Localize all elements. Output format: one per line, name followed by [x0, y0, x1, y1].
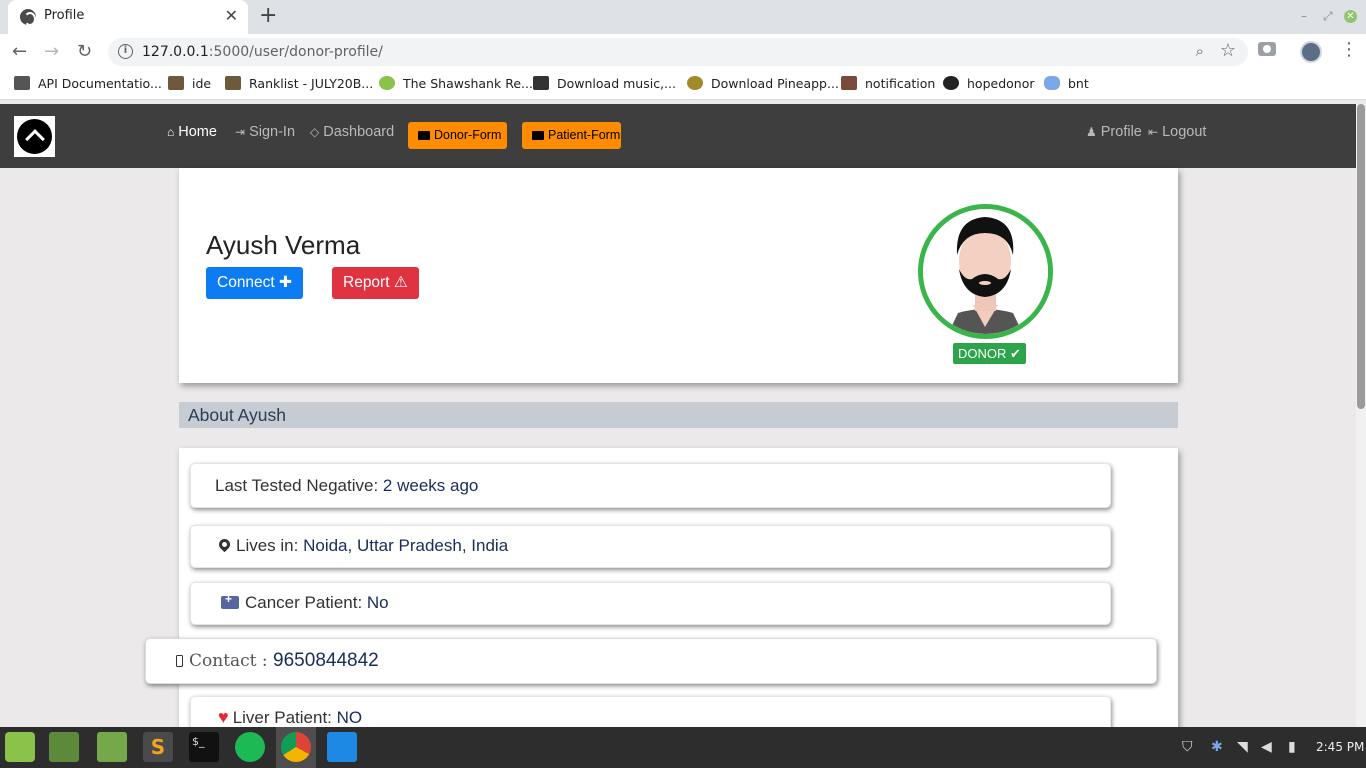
report-button[interactable]: Report ⚠ — [332, 267, 419, 299]
cloud-icon — [1044, 76, 1060, 90]
patient-form-button[interactable]: Patient-Form — [522, 122, 621, 149]
close-icon[interactable]: ✕ — [225, 7, 238, 25]
bookmark-item[interactable]: Ranklist - JULY20B... — [225, 76, 373, 91]
id-card-icon — [418, 131, 430, 140]
window-close-icon[interactable]: ✕ — [1344, 10, 1357, 23]
tab-title: Profile — [44, 8, 85, 23]
sublime-text-icon[interactable]: S — [143, 732, 173, 762]
url-text: 127.0.0.1:5000/user/donor-profile/ — [142, 44, 383, 60]
tab-strip: Profile ✕ + – ⤢ ✕ — [0, 0, 1366, 34]
info-tested: Last Tested Negative: 2 weeks ago — [190, 463, 1111, 508]
bookmark-icon — [687, 76, 703, 90]
bookmark-item[interactable]: hopedonor — [943, 76, 1035, 91]
bookmark-icon — [14, 76, 30, 90]
profile-card: Ayush Verma Connect ✚ Report ⚠ DONOR ✔ — [179, 168, 1178, 383]
bookmark-item[interactable]: The Shawshank Re... — [379, 76, 533, 91]
bookmark-item[interactable]: bnt — [1044, 76, 1089, 91]
scrollbar-thumb[interactable] — [1357, 104, 1365, 409]
site-logo[interactable] — [14, 116, 55, 157]
github-icon — [943, 76, 959, 90]
maximize-icon[interactable]: ⤢ — [1323, 9, 1333, 24]
nav-logout[interactable]: ⇤ Logout — [1148, 124, 1206, 140]
menu-icon[interactable]: ⋮ — [1340, 40, 1358, 60]
battery-icon[interactable]: ▮ — [1288, 739, 1296, 755]
bookmark-item[interactable]: Download Pineapp... — [687, 76, 839, 91]
warning-icon: ⚠ — [393, 274, 408, 291]
bookmark-icon — [168, 76, 184, 90]
terminal-icon[interactable]: $_ — [189, 732, 219, 762]
bookmark-item[interactable]: notification — [841, 76, 935, 91]
reload-icon[interactable]: ↻ — [77, 42, 92, 62]
nav-dashboard[interactable]: ◇ Dashboard — [310, 124, 394, 140]
avatar — [918, 204, 1053, 339]
map-marker-icon — [216, 536, 233, 553]
bookmark-icon — [841, 76, 857, 90]
bookmark-icon — [533, 76, 549, 90]
spotify-icon[interactable] — [235, 732, 265, 762]
check-circle-icon: ✔ — [1010, 346, 1021, 361]
info-location: Lives in: Noida, Uttar Pradesh, India — [190, 525, 1111, 568]
donor-form-button[interactable]: Donor-Form — [408, 122, 507, 149]
page-scrollbar[interactable] — [1356, 104, 1366, 727]
nav-home[interactable]: ⌂ Home — [167, 124, 217, 140]
wifi-icon[interactable]: ◥ — [1237, 739, 1248, 755]
browser-toolbar: ← → ↻ i 127.0.0.1:5000/user/donor-profil… — [0, 34, 1366, 70]
about-header: About Ayush — [179, 402, 1178, 428]
profile-avatar-icon[interactable] — [1300, 41, 1322, 63]
info-cancer: Cancer Patient: No — [190, 582, 1111, 625]
plus-icon: ✚ — [279, 274, 293, 291]
bookmark-item[interactable]: Download music,... — [533, 76, 676, 91]
zoom-icon[interactable]: ⌕ — [1196, 42, 1204, 60]
profile-name: Ayush Verma — [206, 230, 361, 260]
camera-icon[interactable] — [1258, 42, 1276, 56]
os-taskbar: S $_ ⛉ ✱ ◥ ◀ ▮ 2:45 PM — [0, 727, 1366, 768]
home-icon: ⌂ — [167, 125, 175, 139]
info-contact: Contact : 9650844842 — [145, 638, 1157, 684]
mobile-phone-icon — [176, 655, 183, 667]
ambulance-icon — [221, 592, 239, 609]
info-icon[interactable]: i — [118, 44, 133, 59]
bookmark-icon — [379, 76, 395, 90]
volume-icon[interactable]: ◀ — [1261, 739, 1272, 755]
code-icon: ◇ — [310, 125, 320, 139]
chevron-up-icon — [17, 119, 52, 154]
sign-out-icon: ⇤ — [1148, 125, 1159, 139]
bookmarks-bar: API Documentatio... ide Ranklist - JULY2… — [0, 70, 1366, 100]
user-icon: ♟ — [1086, 125, 1097, 139]
clock: 2:45 PM — [1316, 740, 1365, 754]
browser-tab[interactable]: Profile ✕ — [8, 0, 248, 34]
about-card: Last Tested Negative: 2 weeks ago Lives … — [179, 448, 1178, 739]
bookmark-item[interactable]: ide — [168, 76, 211, 91]
star-icon[interactable]: ☆ — [1220, 40, 1236, 61]
bluetooth-icon[interactable]: ✱ — [1211, 739, 1223, 755]
shield-icon[interactable]: ⛉ — [1182, 739, 1193, 755]
nav-signin[interactable]: ⇥ Sign-In — [235, 124, 295, 140]
heart-icon: ♥ — [218, 707, 229, 727]
id-card-icon — [532, 131, 544, 140]
nav-profile[interactable]: ♟ Profile — [1086, 124, 1142, 140]
new-tab-icon[interactable]: + — [259, 4, 277, 28]
minimize-icon[interactable]: – — [1301, 9, 1307, 23]
donor-badge: DONOR ✔ — [953, 343, 1026, 364]
back-icon[interactable]: ← — [12, 42, 27, 62]
forward-icon[interactable]: → — [44, 42, 59, 62]
sign-in-icon: ⇥ — [235, 125, 246, 139]
avatar-illustration — [923, 209, 1048, 334]
files-icon[interactable] — [97, 732, 127, 762]
mint-menu-icon[interactable] — [5, 732, 35, 762]
chrome-icon[interactable] — [281, 732, 311, 762]
site-navbar: ⌂ Home ⇥ Sign-In ◇ Dashboard Donor-Form Pat… — [0, 104, 1356, 168]
vscode-icon[interactable] — [327, 732, 357, 762]
address-bar[interactable]: i 127.0.0.1:5000/user/donor-profile/ ⌕ ☆ — [108, 38, 1248, 66]
about-title: About Ayush — [188, 405, 286, 425]
bookmark-icon — [225, 76, 241, 90]
connect-button[interactable]: Connect ✚ — [206, 267, 304, 299]
bookmark-item[interactable]: API Documentatio... — [14, 76, 162, 91]
folder-icon[interactable] — [49, 732, 79, 762]
globe-icon — [20, 9, 36, 26]
